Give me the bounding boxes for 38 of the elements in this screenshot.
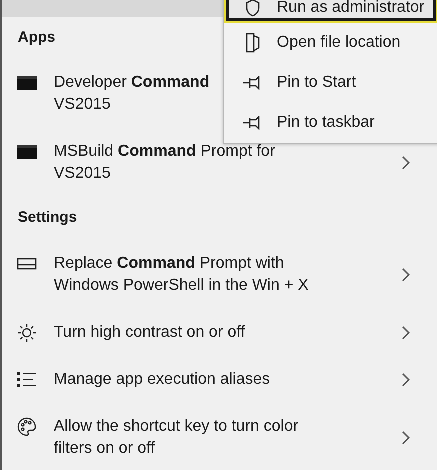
result-text: Allow the shortcut key to turn color (54, 417, 299, 437)
result-text: VS2015 (54, 95, 111, 115)
console-icon (17, 145, 37, 159)
result-text: VS2015 (54, 164, 111, 184)
menu-label: Open file location (277, 33, 401, 53)
keyboard-icon (17, 258, 37, 270)
result-text: Windows PowerShell in the Win + X (54, 276, 309, 296)
list-icon (17, 371, 37, 389)
search-result[interactable]: MSBuild Command Prompt for VS2015 (2, 141, 437, 185)
chevron-icon[interactable] (401, 326, 411, 340)
sun-icon (17, 323, 37, 343)
chevron-icon[interactable] (401, 268, 411, 282)
chevron-icon[interactable] (401, 373, 411, 387)
chevron-icon[interactable] (401, 431, 411, 445)
menu-item[interactable]: Open file location (226, 23, 436, 63)
result-text: filters on or off (54, 439, 156, 459)
result-text: Replace Command Prompt with (54, 254, 284, 274)
chevron-icon[interactable] (401, 156, 411, 170)
section-heading: Apps (18, 28, 56, 48)
menu-item[interactable]: Pin to Start (226, 63, 436, 103)
result-text: Manage app execution aliases (54, 370, 270, 390)
menu-label: Run as administrator (277, 0, 425, 18)
palette-icon (17, 417, 37, 437)
section-heading: Settings (18, 208, 78, 228)
search-result[interactable]: Replace Command Prompt with Windows PowerShell in the Win + X (2, 253, 437, 297)
result-text: MSBuild Command Prompt for (54, 142, 276, 162)
result-text: Turn high contrast on or off (54, 323, 246, 343)
menu-label: Pin to taskbar (277, 113, 375, 133)
search-result[interactable]: Manage app execution aliases (2, 369, 437, 391)
search-result[interactable]: Allow the shortcut key to turn color filters on or off (2, 416, 437, 460)
document-icon (245, 33, 261, 53)
menu-label: Pin to Start (277, 73, 356, 93)
result-text: Developer Command (54, 73, 210, 93)
console-icon (17, 76, 37, 90)
menu-item[interactable]: Run as administrator (226, 0, 436, 21)
search-result[interactable]: Turn high contrast on or off (2, 322, 437, 344)
menu-item[interactable]: Pin to taskbar (226, 103, 436, 143)
shield-icon (245, 0, 261, 17)
